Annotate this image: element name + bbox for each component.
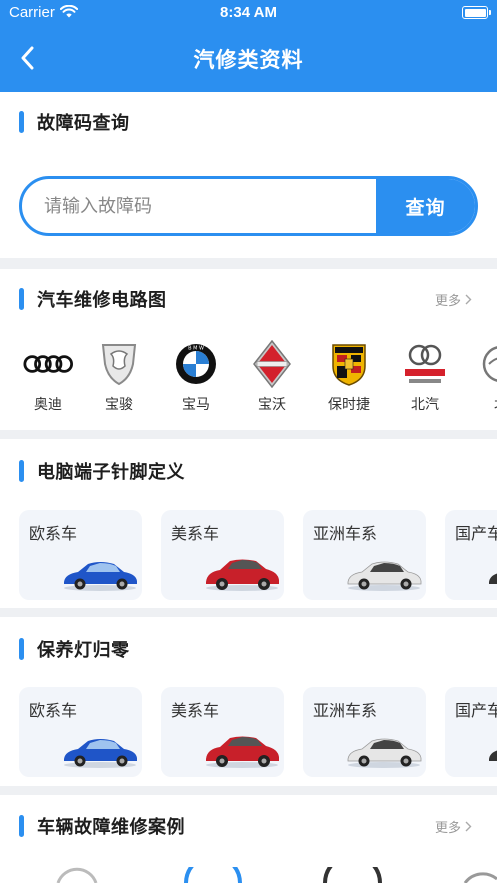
tile-label: 亚洲车系 <box>313 524 378 543</box>
tile-asian[interactable]: 亚洲车系 <box>303 510 426 600</box>
brand-item-porsche[interactable]: 保时捷 <box>311 341 387 421</box>
maintenance-reset-section: 保养灯归零 欧系车 美系车 亚洲车系 国产车 <box>0 617 497 786</box>
tile-american[interactable]: 美系车 <box>161 510 284 600</box>
car-icon <box>206 736 279 768</box>
brand-label: 宝骏 <box>105 397 133 413</box>
tile-label: 美系车 <box>171 524 220 543</box>
section-title: 电脑端子针脚定义 <box>37 462 185 483</box>
query-button[interactable]: 查询 <box>376 179 475 233</box>
brand-item-baic[interactable]: 北汽 <box>387 341 463 421</box>
tile-label: 亚洲车系 <box>313 701 378 720</box>
brand-label: 宝马 <box>182 397 210 413</box>
baojun-logo-icon <box>94 341 144 387</box>
section-accent-bar <box>19 638 24 660</box>
tile-domestic[interactable]: 国产车 <box>445 510 497 600</box>
section-header: 汽车维修电路图 <box>19 287 167 311</box>
section-accent-bar <box>19 460 24 482</box>
svg-text:B M W: B M W <box>188 346 204 352</box>
section-header: 保养灯归零 <box>19 637 130 661</box>
car-icon <box>347 738 422 768</box>
section-title: 故障码查询 <box>37 113 130 134</box>
partial-brand-logo-icon <box>476 341 497 387</box>
fault-code-search: 查询 <box>19 176 478 236</box>
navigation-bar: Carrier 8:34 AM 汽修类资料 <box>0 0 497 92</box>
pin-definition-section: 电脑端子针脚定义 欧系车 美系车 亚洲车系 国产车 <box>0 439 497 608</box>
section-accent-bar <box>19 815 24 837</box>
brand-label: 奥迪 <box>34 397 62 413</box>
tile-label: 欧系车 <box>29 701 78 720</box>
tile-label: 美系车 <box>171 701 220 720</box>
brand-item-borgward[interactable]: 宝沃 <box>234 340 310 421</box>
tile-american[interactable]: 美系车 <box>161 687 284 777</box>
more-label: 更多 <box>434 294 461 309</box>
car-icon <box>347 561 422 591</box>
repair-cases-section: 车辆故障维修案例 更多 <box>0 795 497 883</box>
car-icon <box>489 573 497 584</box>
status-bar: Carrier 8:34 AM <box>0 0 497 26</box>
borgward-logo-icon <box>247 340 297 388</box>
brand-label: 北 <box>463 394 497 414</box>
brand-label: 保时捷 <box>328 397 370 413</box>
brand-label: 北汽 <box>411 397 439 413</box>
audi-logo-icon <box>23 341 73 387</box>
section-title: 车辆故障维修案例 <box>37 817 185 838</box>
section-title: 汽车维修电路图 <box>37 290 167 311</box>
section-header: 车辆故障维修案例 <box>19 814 185 838</box>
car-icon <box>64 739 137 768</box>
fault-code-input[interactable] <box>22 179 379 233</box>
section-title: 保养灯归零 <box>37 640 130 661</box>
page-title: 汽修类资料 <box>193 48 304 72</box>
tile-asian[interactable]: 亚洲车系 <box>303 687 426 777</box>
chevron-right-icon <box>465 821 472 832</box>
tile-label: 国产车 <box>455 701 497 720</box>
region-tiles: 欧系车 美系车 亚洲车系 国产车 <box>0 687 497 777</box>
tile-european[interactable]: 欧系车 <box>19 510 142 600</box>
section-header: 电脑端子针脚定义 <box>19 459 185 483</box>
more-label: 更多 <box>434 821 461 836</box>
bmw-logo-icon: B M W <box>171 341 221 387</box>
car-icon <box>206 559 279 591</box>
brand-item-partial[interactable]: 北 <box>463 341 497 421</box>
tile-label: 欧系车 <box>29 524 78 543</box>
tile-european[interactable]: 欧系车 <box>19 687 142 777</box>
brand-label: 宝沃 <box>258 397 286 413</box>
car-icon <box>64 562 137 591</box>
fault-code-section: 故障码查询 查询 <box>0 92 497 258</box>
section-accent-bar <box>19 111 24 133</box>
porsche-logo-icon <box>324 341 374 387</box>
more-link[interactable]: 更多 <box>435 290 472 309</box>
status-time: 8:34 AM <box>220 4 277 21</box>
brand-item-bmw[interactable]: B M W 宝马 <box>158 341 234 421</box>
brand-list: 奥迪 宝骏 B M W 宝马 宝沃 保时捷 北汽 <box>0 340 497 421</box>
brand-item-baojun[interactable]: 宝骏 <box>81 341 157 421</box>
brand-item-audi[interactable]: 奥迪 <box>10 341 86 421</box>
chevron-right-icon <box>465 294 472 305</box>
battery-icon <box>462 6 491 19</box>
more-link[interactable]: 更多 <box>435 817 472 836</box>
baic-logo-icon <box>400 341 450 387</box>
case-thumbnails-peek <box>56 867 497 883</box>
wiring-diagram-section: 汽车维修电路图 更多 奥迪 宝骏 B M W 宝马 宝沃 保时捷 北汽 <box>0 269 497 430</box>
tile-label: 国产车 <box>455 524 497 543</box>
section-header: 故障码查询 <box>19 110 130 134</box>
section-accent-bar <box>19 288 24 310</box>
region-tiles: 欧系车 美系车 亚洲车系 国产车 <box>0 510 497 600</box>
tile-domestic[interactable]: 国产车 <box>445 687 497 777</box>
car-icon <box>489 750 497 761</box>
